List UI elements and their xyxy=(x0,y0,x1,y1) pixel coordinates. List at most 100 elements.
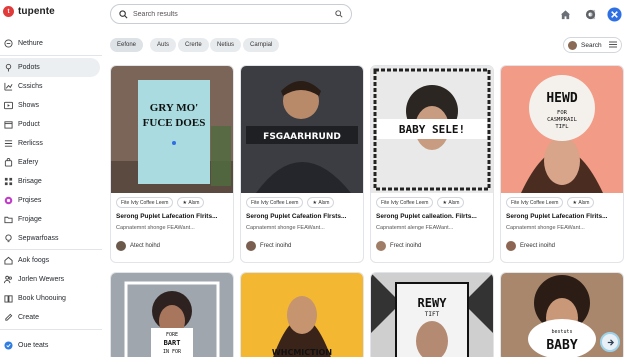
tag-pill[interactable]: ★ Alsm xyxy=(177,197,205,208)
folder-icon xyxy=(4,215,13,224)
poster-small-text: FOR xyxy=(557,110,568,116)
sidebar-item-podots[interactable]: Podots xyxy=(0,58,100,77)
secondary-search-button[interactable]: Search xyxy=(563,37,622,53)
search-submit-icon[interactable] xyxy=(335,10,343,18)
author-name: Frect inoihd xyxy=(260,243,292,249)
sidebar-item-label: Sepwarfoass xyxy=(18,235,59,242)
sidebar-item-sepwarfoass[interactable]: Sepwarfoass xyxy=(0,229,100,248)
bag-icon xyxy=(4,158,13,167)
box-icon xyxy=(4,120,13,129)
tag-pill[interactable]: Fite Ivty Coffee Leem xyxy=(506,197,564,208)
sidebar-item-create[interactable]: Create xyxy=(0,308,100,327)
result-card[interactable]: BABY SELE! Fite Ivty Coffee Leem ★ Alsm … xyxy=(370,65,494,263)
tag-pill[interactable]: Fite Ivty Coffee Leem xyxy=(376,197,434,208)
sidebar-item-prqises[interactable]: Prqises xyxy=(0,191,100,210)
result-card[interactable]: FSGAARHRUND Fite Ivty Coffee Leem ★ Alsm… xyxy=(240,65,364,263)
sidebar-item-label: Podots xyxy=(18,64,40,71)
author-name: Ereect inoihd xyxy=(520,243,556,249)
app-name: tupente xyxy=(18,6,55,17)
avatar xyxy=(376,241,386,251)
grid-icon xyxy=(4,177,13,186)
card-author[interactable]: Ereect inoihd xyxy=(506,241,555,251)
card-subtitle: Capnatemnt alenge FEAWant... xyxy=(376,225,454,231)
check-circle-icon xyxy=(4,341,13,350)
home-icon xyxy=(4,256,13,265)
card-thumbnail: BABY SELE! xyxy=(371,66,493,193)
chart-icon xyxy=(4,82,13,91)
sidebar-item-nethure[interactable]: Nethure xyxy=(0,34,100,53)
sidebar-item-oue-teats[interactable]: Oue teats xyxy=(0,336,100,355)
poster-small-text: TIFT xyxy=(425,311,440,318)
scroll-fab-button[interactable] xyxy=(600,332,620,352)
result-card[interactable]: HEWD FOR CASMPRAIL TIFL Fite Ivty Coffee… xyxy=(500,65,624,263)
sidebar-item-frojage[interactable]: Frojage xyxy=(0,210,100,229)
sidebar-item-book-uhoouing[interactable]: Book Uhoouing xyxy=(0,289,100,308)
app-logo[interactable]: t tupente xyxy=(3,6,55,17)
search-input[interactable] xyxy=(133,10,335,18)
sidebar-item-label: Prqises xyxy=(18,197,42,204)
poster-text: GRY MO' xyxy=(150,102,198,114)
sidebar-item-shows[interactable]: Shows xyxy=(0,96,100,115)
play-icon xyxy=(4,101,13,110)
result-card[interactable]: REWY TIFT xyxy=(370,272,494,357)
search-bar[interactable] xyxy=(110,4,352,24)
card-thumbnail: REWY TIFT xyxy=(371,273,493,357)
tag-label: Alsm xyxy=(578,199,590,206)
filter-chip[interactable]: Eefone xyxy=(110,38,144,52)
menu-icon[interactable] xyxy=(609,41,617,50)
tag-pill[interactable]: Fite Ivty Coffee Leem xyxy=(246,197,304,208)
result-card[interactable]: GRY MO' FUCE DOES Fite Ivty Coffee Leem … xyxy=(110,65,234,263)
card-author[interactable]: Frect inoihd xyxy=(376,241,421,251)
sidebar-item-brisage[interactable]: Brisage xyxy=(0,172,100,191)
svg-text:CASMPRAIL: CASMPRAIL xyxy=(547,117,577,123)
avatar xyxy=(116,241,126,251)
tag-pill[interactable]: Fite Ivty Coffee Leem xyxy=(116,197,174,208)
poster-text: HEWD xyxy=(546,91,577,106)
pen-icon xyxy=(4,313,13,322)
tag-pill[interactable]: ★ Alsm xyxy=(307,197,335,208)
card-title[interactable]: Serong Puplet Lafecation Flrits... xyxy=(116,213,232,220)
top-bar: t tupente xyxy=(0,0,624,30)
sidebar-item-rerlicss[interactable]: Rerlicss xyxy=(0,134,100,153)
card-title[interactable]: Serong Puplet calleation. Filrts... xyxy=(376,213,492,220)
result-card[interactable]: FORE BART IN FOR xyxy=(110,272,234,357)
sidebar-item-cssichs[interactable]: Cssichs xyxy=(0,77,100,96)
filter-chip[interactable]: Carnpial xyxy=(243,38,280,52)
card-subtitle: Capnatemnt shonge FEAWant... xyxy=(506,225,585,231)
sidebar-item-aok-foogs[interactable]: Aok foogs xyxy=(0,251,100,270)
sidebar-item-eafery[interactable]: Eafery xyxy=(0,153,100,172)
card-title[interactable]: Serong Puplet Lafecation Flrits... xyxy=(506,213,622,220)
sidebar-item-label: Rerlicss xyxy=(18,140,43,147)
tag-pill[interactable]: ★ Alsm xyxy=(567,197,595,208)
sidebar-item-label: Aok foogs xyxy=(18,257,50,264)
tag-label: Alsm xyxy=(188,199,200,206)
card-author[interactable]: Atect hoihd xyxy=(116,241,160,251)
sidebar-item-poduct[interactable]: Poduct xyxy=(0,115,100,134)
bulb-icon xyxy=(4,234,13,243)
filter-chip[interactable]: Netius xyxy=(210,38,242,52)
card-author[interactable]: Frect inoihd xyxy=(246,241,291,251)
sidebar-item-jorlen-wewers[interactable]: Jorlen Wewers xyxy=(0,270,100,289)
tag-label: Alsm xyxy=(448,199,460,206)
card-subtitle: Capnatemnt shonge FEAWant... xyxy=(246,225,325,231)
poster-text: REWY xyxy=(418,296,448,310)
card-thumbnail: FORE BART IN FOR xyxy=(111,273,233,357)
result-card[interactable]: WHCMICTION xyxy=(240,272,364,357)
card-thumbnail: HEWD FOR CASMPRAIL TIFL xyxy=(501,66,623,193)
people-icon xyxy=(4,275,13,284)
filter-chip[interactable]: Auts xyxy=(150,38,177,52)
home-icon[interactable] xyxy=(557,6,573,22)
author-name: Atect hoihd xyxy=(130,243,161,249)
card-thumbnail: FSGAARHRUND xyxy=(241,66,363,193)
filter-chip[interactable]: Crerte xyxy=(178,38,209,52)
sidebar: Nethure Podots Cssichs Shows Poduct Rerl… xyxy=(0,30,104,357)
profile-icon[interactable] xyxy=(582,6,598,22)
tag-pill[interactable]: ★ Alsm xyxy=(437,197,465,208)
sidebar-item-label: Nethure xyxy=(18,40,43,47)
close-icon[interactable] xyxy=(606,6,622,22)
secondary-search-label: Search xyxy=(581,41,602,49)
book-icon xyxy=(4,294,13,303)
card-title[interactable]: Serong Puplet Cafeation Flrsts... xyxy=(246,213,362,220)
circle-minus-icon xyxy=(4,39,13,48)
logo-mark: t xyxy=(3,6,14,17)
